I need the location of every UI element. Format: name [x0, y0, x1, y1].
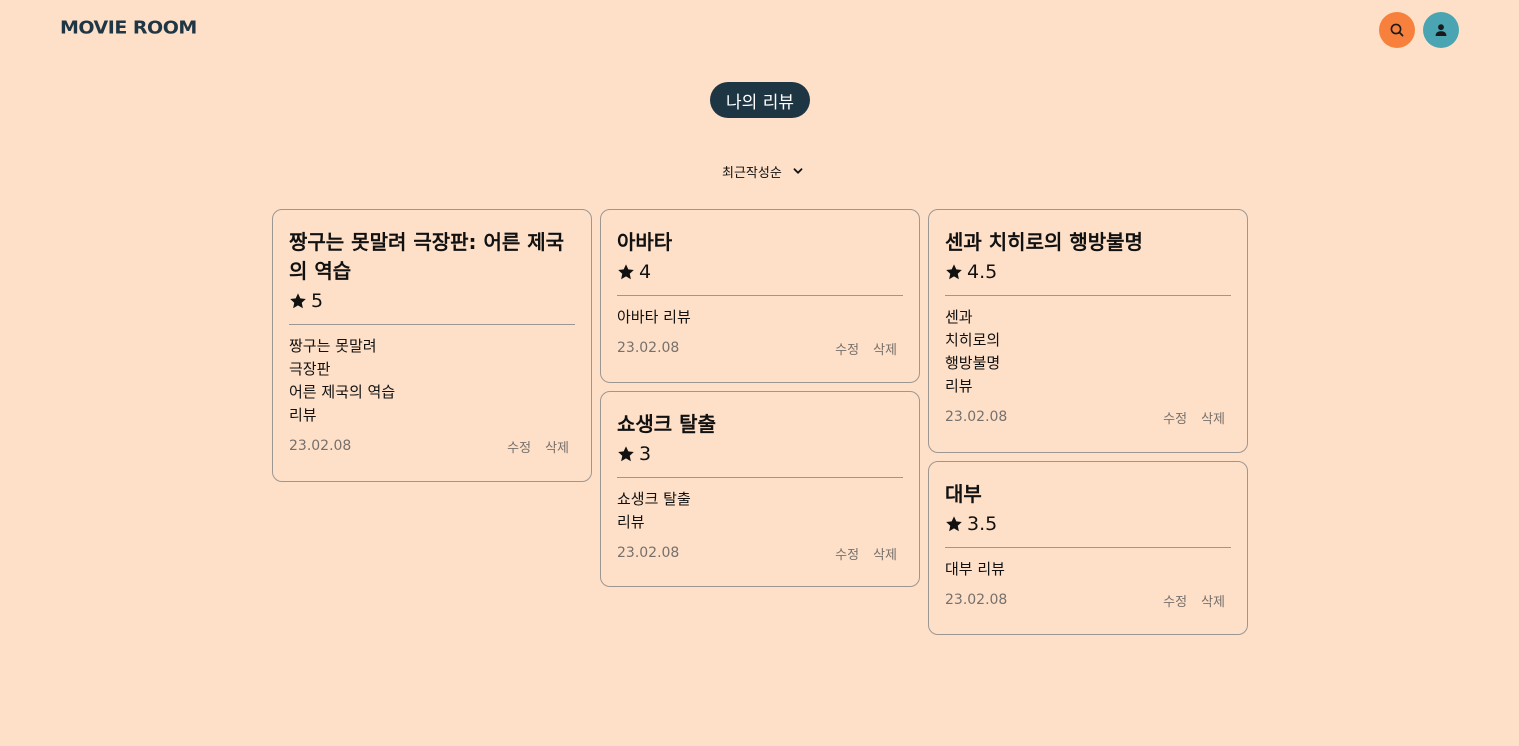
search-icon	[1390, 23, 1404, 37]
review-body: 센과 치히로의 행방불명 리뷰	[945, 308, 1001, 395]
review-actions: 수정 삭제	[835, 339, 897, 358]
delete-button[interactable]: 삭제	[545, 437, 569, 456]
divider	[617, 295, 903, 296]
review-title: 짱구는 못말려 극장판: 어른 제국의 역습	[289, 230, 565, 283]
star-icon	[618, 263, 634, 279]
divider	[945, 547, 1231, 548]
review-actions: 수정 삭제	[1163, 591, 1225, 610]
review-rating-value: 3.5	[967, 512, 998, 535]
edit-button[interactable]: 수정	[507, 437, 531, 456]
review-actions: 수정 삭제	[1163, 408, 1225, 427]
review-rating-value: 5	[311, 289, 324, 312]
logo[interactable]: MOVIE ROOM	[60, 18, 197, 39]
review-footer: 23.02.08 수정 삭제	[945, 407, 1231, 427]
edit-button[interactable]: 수정	[835, 544, 859, 563]
review-rating: 3.5	[945, 509, 1231, 538]
review-date: 23.02.08	[945, 592, 1008, 608]
review-footer: 23.02.08 수정 삭제	[289, 436, 575, 456]
review-footer: 23.02.08 수정 삭제	[617, 543, 903, 563]
divider	[945, 295, 1231, 296]
edit-button[interactable]: 수정	[1163, 591, 1187, 610]
profile-button[interactable]	[1423, 12, 1459, 48]
review-card: 센과 치히로의 행방불명 4.5 센과 치히로의 행방불명 리뷰 23.02.0…	[928, 209, 1248, 453]
delete-button[interactable]: 삭제	[1201, 591, 1225, 610]
search-button[interactable]	[1379, 12, 1415, 48]
review-rating: 3	[617, 439, 903, 468]
divider	[289, 324, 575, 325]
review-body: 아바타 리뷰	[617, 308, 691, 326]
review-title: 센과 치히로의 행방불명	[945, 230, 1143, 254]
edit-button[interactable]: 수정	[835, 339, 859, 358]
review-date: 23.02.08	[289, 438, 352, 454]
review-rating-value: 4.5	[967, 260, 998, 283]
review-title: 대부	[945, 482, 982, 506]
review-body: 쇼생크 탈출 리뷰	[617, 490, 691, 531]
header: MOVIE ROOM	[0, 0, 1519, 60]
review-date: 23.02.08	[945, 409, 1008, 425]
review-card: 쇼생크 탈출 3 쇼생크 탈출 리뷰 23.02.08 수정 삭제	[600, 391, 920, 587]
review-actions: 수정 삭제	[507, 437, 569, 456]
review-card: 대부 3.5 대부 리뷰 23.02.08 수정 삭제	[928, 461, 1248, 635]
star-icon	[618, 445, 634, 461]
delete-button[interactable]: 삭제	[873, 544, 897, 563]
review-rating: 4	[617, 257, 903, 286]
review-title: 쇼생크 탈출	[617, 412, 716, 436]
review-date: 23.02.08	[617, 340, 680, 356]
review-card: 아바타 4 아바타 리뷰 23.02.08 수정 삭제	[600, 209, 920, 383]
review-rating-value: 3	[639, 442, 652, 465]
review-date: 23.02.08	[617, 545, 680, 561]
sort-dropdown[interactable]: 최근작성순	[722, 161, 804, 181]
delete-button[interactable]: 삭제	[1201, 408, 1225, 427]
review-body: 짱구는 못말려 극장판 어른 제국의 역습 리뷰	[289, 337, 396, 424]
star-icon	[946, 515, 962, 531]
review-body: 대부 리뷰	[945, 560, 1005, 578]
review-footer: 23.02.08 수정 삭제	[617, 338, 903, 358]
page-title: 나의 리뷰	[710, 82, 810, 118]
star-icon	[946, 263, 962, 279]
delete-button[interactable]: 삭제	[873, 339, 897, 358]
user-icon	[1435, 24, 1447, 36]
chevron-down-icon	[793, 168, 803, 174]
review-card: 짱구는 못말려 극장판: 어른 제국의 역습 5 짱구는 못말려 극장판 어른 …	[272, 209, 592, 482]
sort-selected-label: 최근작성순	[722, 165, 782, 181]
review-rating: 5	[289, 286, 575, 315]
star-icon	[290, 292, 306, 308]
review-rating: 4.5	[945, 257, 1231, 286]
review-title: 아바타	[617, 230, 673, 254]
divider	[617, 477, 903, 478]
review-rating-value: 4	[639, 260, 652, 283]
review-footer: 23.02.08 수정 삭제	[945, 590, 1231, 610]
review-actions: 수정 삭제	[835, 544, 897, 563]
edit-button[interactable]: 수정	[1163, 408, 1187, 427]
